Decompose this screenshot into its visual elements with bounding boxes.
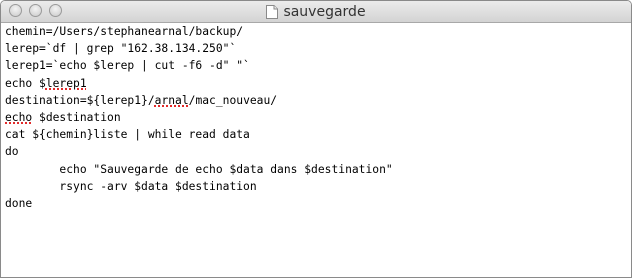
misspelled-word: arnal bbox=[154, 93, 189, 107]
code-text: do bbox=[5, 145, 19, 159]
text-editor[interactable]: chemin=/Users/stephanearnal/backup/lerep… bbox=[1, 23, 631, 277]
code-line[interactable]: destination=${lerep1}/arnal/mac_nouveau/ bbox=[5, 92, 631, 109]
code-line[interactable]: lerep=`df | grep "162.38.134.250"` bbox=[5, 40, 631, 57]
misspelled-word: lerep1 bbox=[45, 76, 87, 90]
code-line[interactable]: chemin=/Users/stephanearnal/backup/ bbox=[5, 23, 631, 40]
code-text: destination=${lerep1}/ bbox=[5, 93, 155, 107]
code-line[interactable]: done bbox=[5, 195, 631, 212]
code-line[interactable]: echo "Sauvegarde de echo $data dans $des… bbox=[5, 161, 631, 178]
title-bar[interactable]: sauvegarde bbox=[1, 1, 631, 23]
code-text: rsync -arv $data $destination bbox=[5, 179, 257, 193]
code-text: /mac_nouveau/ bbox=[188, 93, 278, 107]
code-line[interactable]: echo $destination bbox=[5, 109, 631, 126]
code-line[interactable]: lerep1=`echo $lerep | cut -f6 -d" "` bbox=[5, 57, 631, 74]
code-line[interactable]: rsync -arv $data $destination bbox=[5, 178, 631, 195]
title-wrap: sauvegarde bbox=[1, 1, 631, 22]
code-text: cat ${chemin}liste | while read data bbox=[5, 128, 250, 142]
code-line[interactable]: cat ${chemin}liste | while read data bbox=[5, 126, 631, 143]
code-text: echo "Sauvegarde de echo $data dans $des… bbox=[5, 162, 393, 176]
code-line[interactable]: do bbox=[5, 143, 631, 160]
document-icon bbox=[266, 4, 279, 19]
code-text: chemin=/Users/stephanearnal/backup/ bbox=[5, 25, 244, 38]
window-title: sauvegarde bbox=[283, 3, 366, 20]
code-text: lerep1=`echo $lerep | cut -f6 -d" "` bbox=[5, 59, 250, 73]
editor-window: sauvegarde chemin=/Users/stephanearnal/b… bbox=[0, 0, 632, 278]
code-text: lerep=`df | grep "162.38.134.250"` bbox=[5, 42, 237, 56]
code-text: $destination bbox=[32, 110, 121, 124]
code-text: echo $ bbox=[5, 76, 46, 90]
code-text: done bbox=[5, 196, 33, 210]
misspelled-word: echo bbox=[5, 110, 33, 124]
code-line[interactable]: echo $lerep1 bbox=[5, 75, 631, 92]
